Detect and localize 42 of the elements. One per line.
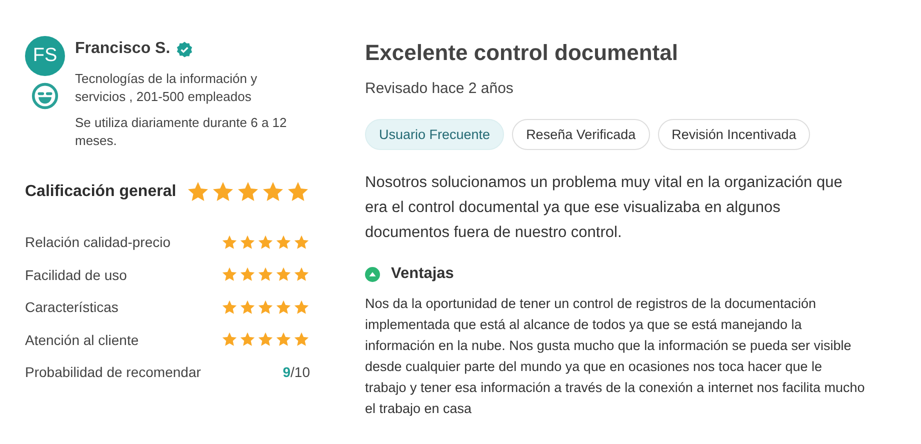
star-icon	[275, 266, 292, 284]
star-icon	[293, 298, 310, 316]
rating-label: Atención al cliente	[25, 332, 139, 348]
usage-info: Se utiliza diariamente durante 6 a 12 meses.	[75, 114, 288, 150]
review-title: Excelente control documental	[365, 40, 679, 66]
company-info: Tecnologías de la información y servicios , 201-500 empleados	[75, 70, 258, 106]
star-icon	[221, 298, 238, 316]
overall-rating-label: Calificación general	[25, 183, 176, 201]
review-tag: Reseña Verificada	[512, 119, 650, 150]
score-value: 9	[282, 364, 291, 380]
star-icon	[257, 298, 274, 316]
star-icon	[257, 234, 274, 251]
star-icon	[239, 234, 256, 251]
star-icon	[221, 266, 238, 284]
pros-heading: Ventajas	[391, 265, 454, 283]
rating-label: Relación calidad-precio	[25, 234, 171, 250]
review-tag: Revisión Incentivada	[658, 119, 810, 150]
star-icon	[275, 298, 292, 316]
rating-label: Facilidad de uso	[25, 266, 127, 283]
reviewer-name: Francisco S.	[75, 40, 170, 58]
star-icon	[239, 298, 256, 316]
review-date: Revisado hace 2 años	[365, 80, 514, 97]
star-icon	[239, 266, 256, 284]
star-icon	[221, 331, 238, 348]
star-icon	[275, 331, 292, 348]
rating-label: Probabilidad de recomendar	[25, 364, 201, 380]
star-icon	[257, 266, 274, 284]
review-tag: Usuario Frecuente	[365, 119, 504, 150]
avatar: FS	[25, 36, 65, 76]
score-max: /10	[290, 364, 310, 380]
review-summary: Nosotros solucionamos un problema muy vital en la organización que era el control documental ya que ese visualizaba en algunos documentos fuera de nuestro control.	[365, 173, 844, 243]
pros-text: Nos da la oportunidad de tener un control de registros de la documentación implementada que está al alcance de todos ya que se está manejando la información en la nube. Nos gusta mucho que la información se pueda ser visible desde cualquier parte del mundo ya que en ocasiones nos toca hacer que le trabajo y tener esa información a través de la conexión a internet nos facilita mucho el trabajo en casa	[365, 295, 865, 418]
star-icon	[293, 266, 310, 284]
smiley-icon	[31, 82, 59, 110]
star-icon	[293, 234, 310, 251]
rating-label: Características	[25, 299, 118, 316]
star-icon	[239, 331, 256, 348]
star-icon	[293, 331, 310, 348]
star-icon	[275, 234, 292, 251]
star-icon	[257, 331, 274, 348]
star-icon	[221, 234, 238, 251]
chevron-up-icon	[365, 266, 380, 282]
